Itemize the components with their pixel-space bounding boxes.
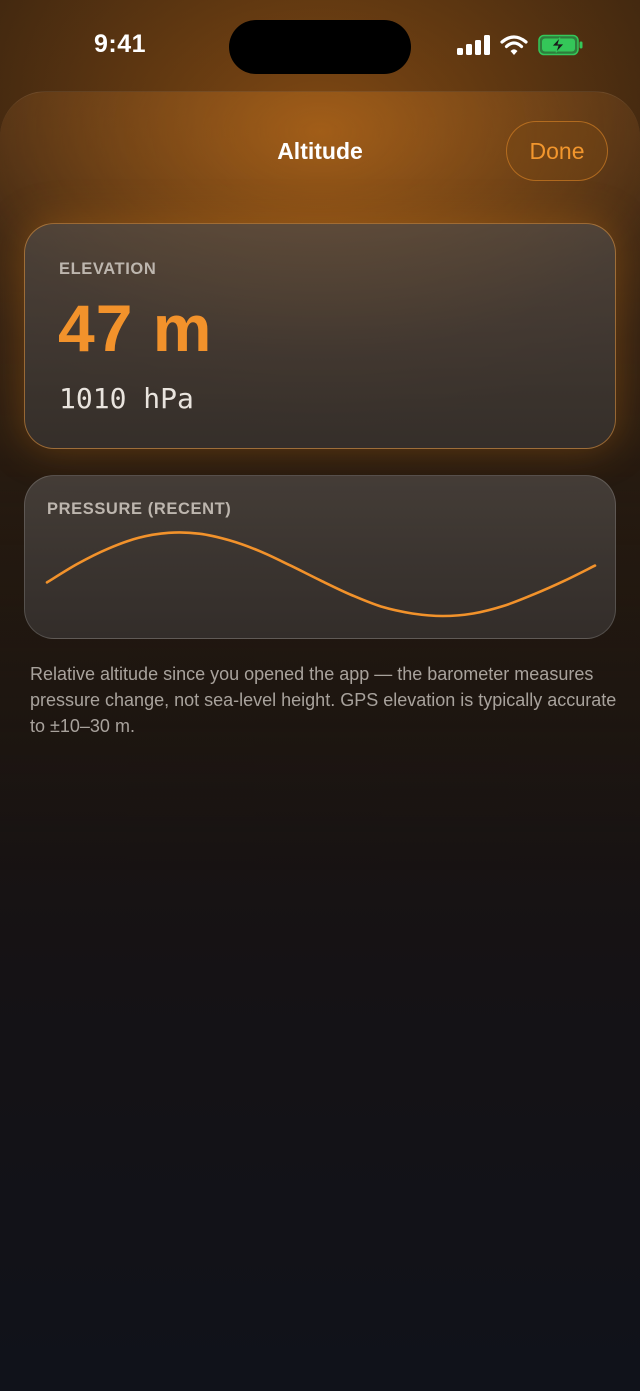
pressure-series-line (45, 531, 597, 618)
pressure-reading: 1010 hPa (59, 382, 194, 415)
screen: 9:41 Altitude Done ELEVATION 47 m 1010 h… (0, 0, 640, 1391)
elevation-label: ELEVATION (59, 260, 157, 278)
wifi-icon (500, 35, 528, 55)
pressure-chart-card: PRESSURE (RECENT) (24, 475, 616, 639)
dynamic-island (229, 20, 411, 74)
altitude-sheet: Altitude Done ELEVATION 47 m 1010 hPa PR… (0, 91, 640, 1391)
elevation-value: 47 m (58, 291, 213, 365)
pressure-chart (45, 531, 597, 618)
altitude-footnote: Relative altitude since you opened the a… (30, 664, 617, 736)
status-icons (456, 34, 584, 56)
status-bar: 9:41 (0, 0, 640, 92)
done-button[interactable]: Done (506, 121, 608, 181)
elevation-card: ELEVATION 47 m 1010 hPa (24, 223, 616, 449)
status-time: 9:41 (94, 30, 147, 58)
battery-charging-icon (538, 34, 583, 56)
cellular-signal-icon (457, 35, 490, 55)
